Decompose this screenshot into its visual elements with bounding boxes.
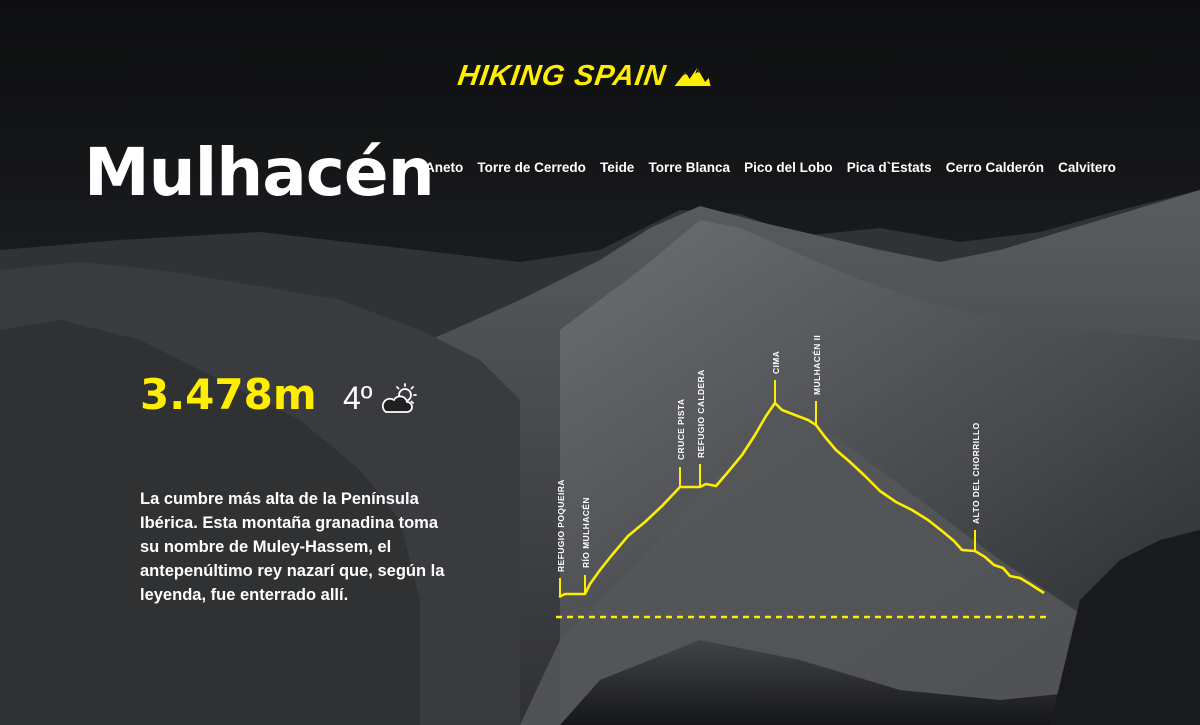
route-elevation-profile: REFUGIO POQUEIRA RÍO MULHACÉN CRUCE PIST…: [556, 335, 1046, 619]
waypoint-label: MULHACÉN II: [812, 335, 822, 395]
waypoint-label: CRUCE PISTA: [676, 399, 686, 460]
waypoint-label: ALTO DEL CHORRILLO: [971, 422, 981, 524]
waypoint-label: RÍO MULHACÉN: [581, 497, 591, 568]
waypoint-label: REFUGIO CALDERA: [696, 369, 706, 458]
waypoint-label: REFUGIO POQUEIRA: [556, 479, 566, 572]
waypoint-label: CIMA: [771, 351, 781, 374]
